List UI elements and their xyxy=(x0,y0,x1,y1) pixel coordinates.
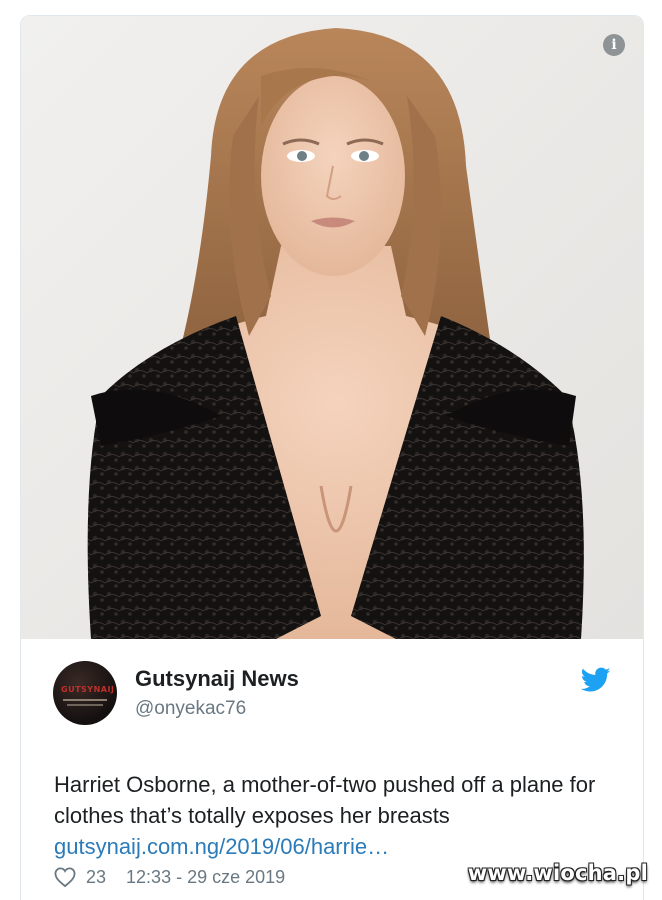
tweet-photo[interactable]: i xyxy=(21,16,643,639)
photo-illustration xyxy=(21,16,643,639)
author-handle[interactable]: @onyekac76 xyxy=(135,698,246,720)
author-display-name[interactable]: Gutsynaij News xyxy=(135,666,299,692)
tweet-timestamp[interactable]: 12:33 - 29 cze 2019 xyxy=(126,867,285,888)
avatar[interactable]: GUTSYNAIJ xyxy=(53,661,117,725)
site-watermark: www.wiocha.pl xyxy=(467,861,648,885)
embedded-tweet-card: i GUTSYNAIJ Gutsynaij News @onyekac76 Ha… xyxy=(20,15,644,900)
like-count[interactable]: 23 xyxy=(86,867,106,888)
tweet-text-body: Harriet Osborne, a mother-of-two pushed … xyxy=(54,772,596,828)
twitter-bird-icon[interactable] xyxy=(581,667,611,693)
info-icon[interactable]: i xyxy=(603,34,625,56)
tweet-meta: 23 12:33 - 29 cze 2019 xyxy=(54,864,285,890)
avatar-decoration xyxy=(63,699,107,701)
avatar-decoration xyxy=(67,704,103,706)
heart-icon[interactable] xyxy=(54,867,76,887)
tweet-link[interactable]: gutsynaij.com.ng/2019/06/harrie… xyxy=(54,834,389,859)
tweet-text: Harriet Osborne, a mother-of-two pushed … xyxy=(54,769,614,862)
avatar-logo-text: GUTSYNAIJ xyxy=(61,685,115,694)
